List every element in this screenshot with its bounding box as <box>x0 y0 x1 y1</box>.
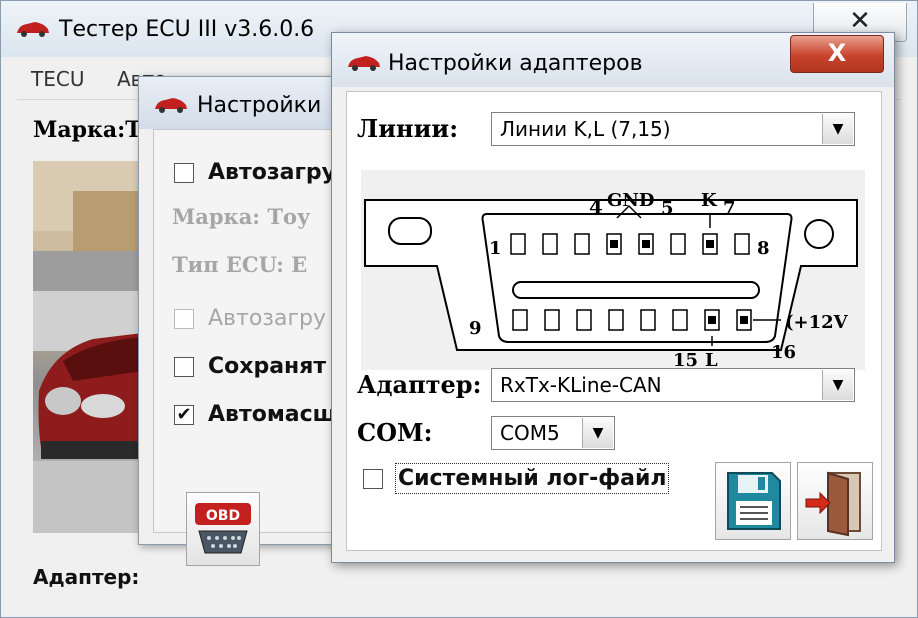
brand-label: Марка:Т <box>33 117 142 143</box>
com-select[interactable]: COM5 ▼ <box>491 416 615 450</box>
pin-7-label: 7 <box>723 198 736 219</box>
exit-button[interactable] <box>797 462 873 540</box>
obd-connector-diagram: 4 GND 5 K 7 1 8 9 (+12V 16 15 L <box>361 170 865 370</box>
adapter-select-value: RxTx-KLine-CAN <box>500 373 662 397</box>
pin-15-label: 15 <box>673 350 698 370</box>
autoload-label: Автозагру <box>208 160 337 185</box>
autoload-checkbox[interactable] <box>174 163 194 183</box>
autoload-checkbox-row[interactable]: Автозагру <box>174 160 336 185</box>
menu-tecu[interactable]: TECU <box>31 67 84 91</box>
pin-4-label: 4 <box>589 195 603 219</box>
floppy-disk-icon <box>727 472 781 530</box>
plus12v-label: (+12V <box>785 312 849 333</box>
obd-button-label: OBD <box>206 508 240 524</box>
gnd-label: GND <box>607 190 654 211</box>
autoload2-label: Автозагру <box>208 306 327 331</box>
adapter-label: Адаптер: <box>33 565 140 589</box>
save-checkbox[interactable] <box>174 357 194 377</box>
app-car-icon <box>17 22 49 37</box>
adapter-settings-panel: Линии: Линии K,L (7,15) ▼ 4 GND 5 K 7 1 … <box>346 91 882 551</box>
app-car-icon <box>155 98 187 113</box>
adapter-settings-title: Настройки адаптеров <box>388 51 643 76</box>
obd-button[interactable]: OBD <box>186 492 260 566</box>
l-line-label: L <box>705 350 718 370</box>
adapter-select[interactable]: RxTx-KLine-CAN ▼ <box>491 368 855 402</box>
chevron-down-icon[interactable]: ▼ <box>822 114 853 144</box>
pin-5-label: 5 <box>661 198 674 219</box>
save-button[interactable] <box>715 462 791 540</box>
autoload2-checkbox <box>174 309 194 329</box>
pin-9-label: 9 <box>469 318 482 339</box>
autoscale-label: Автомасш <box>208 402 337 427</box>
lines-select[interactable]: Линии K,L (7,15) ▼ <box>491 112 855 146</box>
lines-select-value: Линии K,L (7,15) <box>500 117 671 141</box>
obd-icon: OBD <box>195 503 251 554</box>
adapter-settings-titlebar[interactable]: Настройки адаптеров X <box>332 33 894 87</box>
syslog-label: Системный лог-файл <box>395 463 670 494</box>
car-image <box>33 161 143 533</box>
syslog-checkbox-row[interactable]: Системный лог-файл <box>363 463 670 494</box>
autoscale-checkbox[interactable]: ✔ <box>174 405 194 425</box>
pin-8-label: 8 <box>757 238 770 259</box>
chevron-down-icon[interactable]: ▼ <box>582 418 613 448</box>
lines-label: Линии: <box>357 114 459 143</box>
save-checkbox-row[interactable]: Сохранят <box>174 354 326 379</box>
com-select-value: COM5 <box>500 421 560 445</box>
window-title: Тестер ECU III v3.6.0.6 <box>59 17 315 42</box>
autoload2-checkbox-row: Автозагру <box>174 306 326 331</box>
pin-16-label: 16 <box>771 342 796 363</box>
brand-info: Марка: Тоу <box>172 204 311 229</box>
ecu-type-info: Тип ECU: E <box>172 252 308 277</box>
k-line-label: K <box>701 190 718 211</box>
chevron-down-icon[interactable]: ▼ <box>822 370 853 400</box>
close-button[interactable]: X <box>790 35 884 73</box>
syslog-checkbox[interactable] <box>363 469 383 489</box>
app-car-icon <box>348 56 380 71</box>
autoscale-checkbox-row[interactable]: ✔ Автомасш <box>174 402 336 427</box>
com-label: COM: <box>357 418 433 447</box>
adapter-settings-window: Настройки адаптеров X Линии: Линии K,L (… <box>331 32 895 563</box>
settings-title: Настройки <box>197 93 322 118</box>
exit-door-icon <box>805 471 861 537</box>
save-label: Сохранят <box>208 354 327 379</box>
car-photo <box>33 161 143 533</box>
adapter-type-label: Адаптер: <box>357 370 482 399</box>
pin-1-label: 1 <box>489 238 502 259</box>
